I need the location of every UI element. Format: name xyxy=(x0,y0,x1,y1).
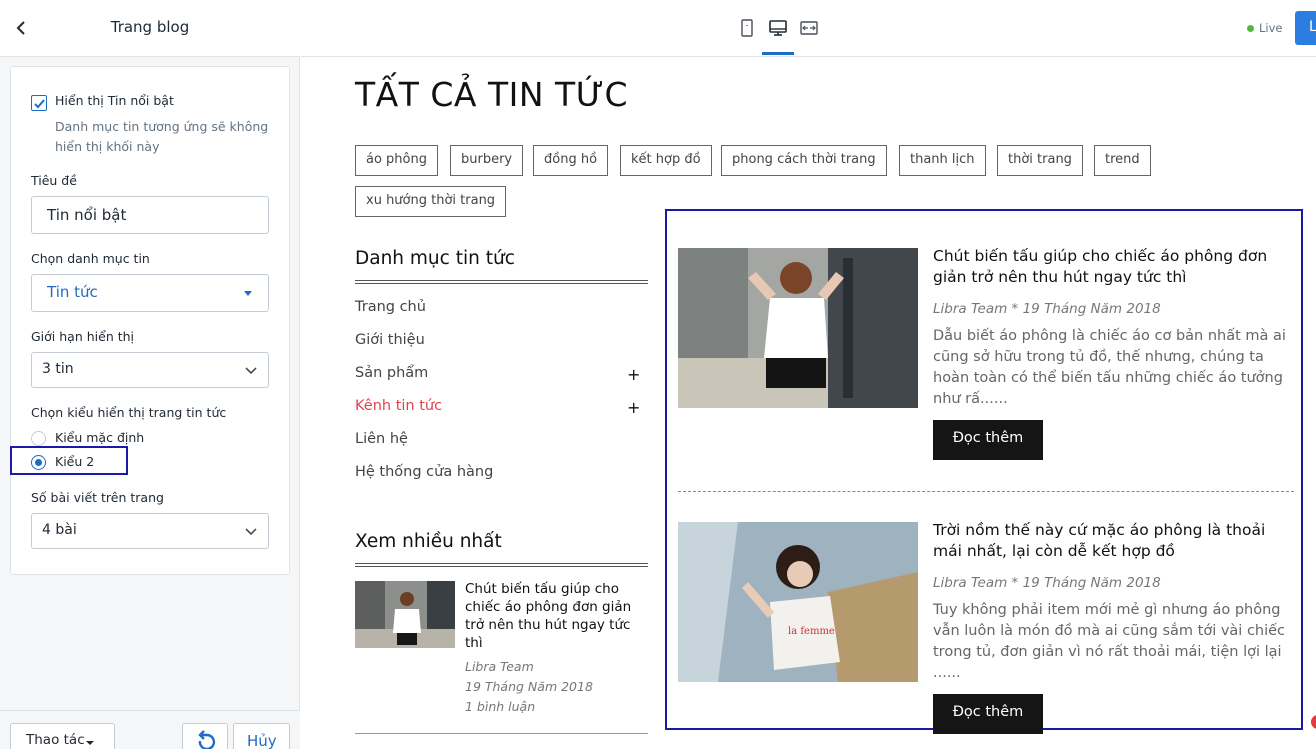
post-image[interactable]: la femme xyxy=(678,522,918,682)
desktop-view-icon[interactable] xyxy=(767,17,789,39)
category-select-label: Chọn danh mục tin xyxy=(31,251,150,266)
live-status-dot xyxy=(1247,25,1254,32)
expand-plus-icon[interactable]: + xyxy=(627,365,640,384)
panel-title: Trang blog xyxy=(110,18,190,36)
tag-thanh-lich[interactable]: thanh lịch xyxy=(899,145,986,176)
title-field-label: Tiêu đề xyxy=(31,173,77,188)
category-select-value: Tin tức xyxy=(47,283,98,301)
menu-item-news[interactable]: Kênh tin tức xyxy=(355,398,442,414)
panel-header: Trang blog xyxy=(0,0,300,57)
settings-panel: Trang blog Hiển thị Tin nổi bật Danh mục… xyxy=(0,0,300,749)
tag-xu-huong-thoi-trang[interactable]: xu hướng thời trang xyxy=(355,186,507,217)
read-more-button[interactable]: Đọc thêm xyxy=(933,420,1043,460)
menu-item-products[interactable]: Sản phẩm xyxy=(355,365,428,381)
post-excerpt: Tuy không phải item mới mẻ gì nhưng áo p… xyxy=(933,602,1286,681)
expand-plus-icon[interactable]: + xyxy=(627,398,640,417)
storefront-preview: TẤT CẢ TIN TỨC áo phông burbery đồng hồ … xyxy=(301,57,1316,749)
tag-ao-phong[interactable]: áo phông xyxy=(355,145,438,176)
tag-thoi-trang[interactable]: thời trang xyxy=(997,145,1083,176)
chevron-down-icon xyxy=(245,528,257,536)
mobile-view-icon[interactable] xyxy=(736,17,758,39)
actions-button-label: Thao tác xyxy=(26,732,85,748)
tag-dong-ho[interactable]: đồng hồ xyxy=(533,145,609,176)
heading-divider xyxy=(355,563,648,567)
read-more-button[interactable]: Đọc thêm xyxy=(933,694,1043,734)
category-select[interactable]: Tin tức xyxy=(31,274,269,312)
post-title[interactable]: Chút biến tấu giúp cho chiếc áo phông đơ… xyxy=(933,246,1285,288)
show-featured-checkbox[interactable] xyxy=(31,95,47,111)
caret-down-icon xyxy=(244,291,252,296)
preview-toolbar: Live L xyxy=(301,0,1316,57)
mini-post-thumbnail[interactable] xyxy=(355,581,455,648)
tag-ket-hop-do[interactable]: kết hợp đồ xyxy=(620,145,712,176)
mini-post-title[interactable]: Chút biến tấu giúp cho chiếc áo phông đơ… xyxy=(465,580,645,652)
most-viewed-heading: Xem nhiều nhất xyxy=(355,531,502,552)
undo-button[interactable] xyxy=(182,723,228,749)
category-heading: Danh mục tin tức xyxy=(355,248,515,269)
limit-select-label: Giới hạn hiển thị xyxy=(31,329,135,344)
settings-card: Hiển thị Tin nổi bật Danh mục tin tương … xyxy=(10,66,290,575)
mini-post-date: 19 Tháng Năm 2018 xyxy=(465,679,593,694)
limit-select-value: 3 tin xyxy=(42,361,74,377)
post-excerpt: Dẫu biết áo phông là chiếc áo cơ bản nhấ… xyxy=(933,328,1286,407)
post-meta: Libra Team * 19 Tháng Năm 2018 xyxy=(933,575,1161,591)
post-image[interactable] xyxy=(678,248,918,408)
fullwidth-view-icon[interactable] xyxy=(798,17,820,39)
heading-divider xyxy=(355,280,648,284)
posts-per-page-select[interactable]: 4 bài xyxy=(31,513,269,549)
tag-phong-cach-thoi-trang[interactable]: phong cách thời trang xyxy=(721,145,887,176)
posts-per-page-value: 4 bài xyxy=(42,522,77,538)
list-divider xyxy=(355,733,648,734)
undo-icon xyxy=(198,730,216,749)
post-title[interactable]: Trời nồm thế này cứ mặc áo phông là thoả… xyxy=(933,520,1285,562)
menu-item-about[interactable]: Giới thiệu xyxy=(355,332,425,348)
actions-button[interactable]: Thao tác xyxy=(10,723,115,749)
cancel-button[interactable]: Hủy xyxy=(233,723,290,749)
post-divider xyxy=(678,491,1294,492)
tag-trend[interactable]: trend xyxy=(1094,145,1151,176)
menu-item-stores[interactable]: Hệ thống cửa hàng xyxy=(355,464,493,480)
show-featured-label: Hiển thị Tin nổi bật xyxy=(55,93,174,108)
mini-post-author: Libra Team xyxy=(465,659,534,674)
live-status-label: Live xyxy=(1259,21,1283,35)
panel-footer: Thao tác Hủy xyxy=(0,710,300,749)
style-label: Chọn kiểu hiển thị trang tin tức xyxy=(31,405,227,420)
svg-text:la femme: la femme xyxy=(788,626,835,637)
highlight-frame-style2 xyxy=(10,446,128,475)
active-view-indicator xyxy=(762,52,794,55)
page-title: TẤT CẢ TIN TỨC xyxy=(355,75,629,114)
style-radio-default[interactable] xyxy=(31,431,46,446)
title-input[interactable]: Tin nổi bật xyxy=(31,196,269,234)
save-button[interactable]: L xyxy=(1295,11,1316,45)
post-meta: Libra Team * 19 Tháng Năm 2018 xyxy=(933,301,1161,317)
chevron-down-icon xyxy=(245,367,257,375)
notification-dot xyxy=(1311,715,1316,729)
limit-select[interactable]: 3 tin xyxy=(31,352,269,388)
menu-item-contact[interactable]: Liên hệ xyxy=(355,431,408,447)
tag-burbery[interactable]: burbery xyxy=(450,145,524,176)
show-featured-hint: Danh mục tin tương ứng sẽ không hiển thị… xyxy=(55,119,269,154)
check-icon xyxy=(34,99,45,109)
style-radio-default-label: Kiểu mặc định xyxy=(55,430,145,445)
menu-item-home[interactable]: Trang chủ xyxy=(355,299,426,315)
posts-per-page-label: Số bài viết trên trang xyxy=(31,490,164,505)
mini-post-comments: 1 bình luận xyxy=(465,699,536,714)
caret-down-icon xyxy=(86,741,94,745)
